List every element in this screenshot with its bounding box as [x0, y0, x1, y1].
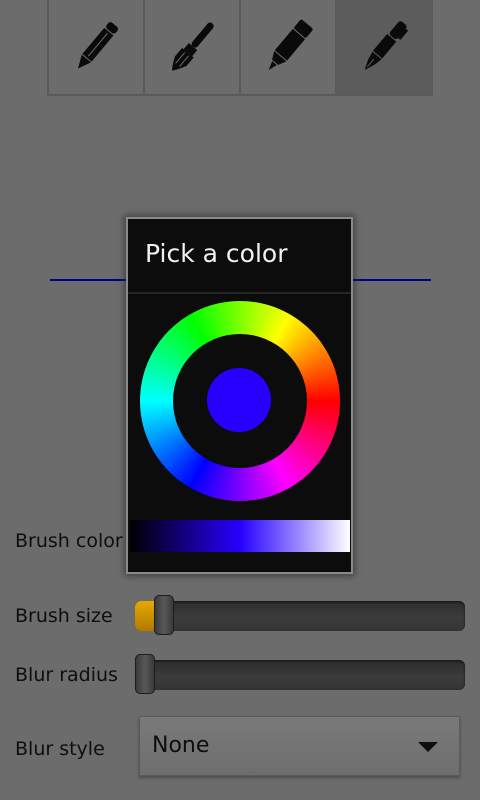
selected-color-swatch[interactable] — [207, 368, 271, 432]
paint-brush-icon — [172, 22, 214, 71]
brush-toolbar — [47, 0, 433, 96]
dialog-divider — [128, 292, 351, 294]
blur-radius-label: Blur radius — [15, 664, 118, 686]
blur-style-value: None — [152, 733, 210, 758]
brush-color-label: Brush color — [15, 530, 123, 552]
dropdown-arrow-icon — [418, 742, 438, 752]
blur-radius-slider-thumb[interactable] — [135, 654, 155, 694]
brush-size-label: Brush size — [15, 605, 113, 627]
marker-icon — [268, 19, 313, 70]
brush-size-slider[interactable] — [135, 595, 465, 635]
tool-fountain-pen[interactable] — [337, 0, 431, 94]
tool-marker[interactable] — [241, 0, 337, 94]
color-picker-dialog: Pick a color — [126, 217, 353, 574]
color-value-bar[interactable] — [130, 520, 350, 552]
fountain-pen-icon — [364, 21, 409, 70]
blur-style-dropdown[interactable]: None — [139, 716, 460, 776]
blur-style-label: Blur style — [15, 738, 105, 760]
brush-size-slider-thumb[interactable] — [154, 595, 174, 635]
tool-pencil[interactable] — [49, 0, 145, 94]
blur-radius-slider[interactable] — [135, 654, 465, 694]
dialog-title: Pick a color — [145, 239, 288, 268]
pencil-icon — [78, 22, 119, 69]
tool-paint-brush[interactable] — [145, 0, 241, 94]
